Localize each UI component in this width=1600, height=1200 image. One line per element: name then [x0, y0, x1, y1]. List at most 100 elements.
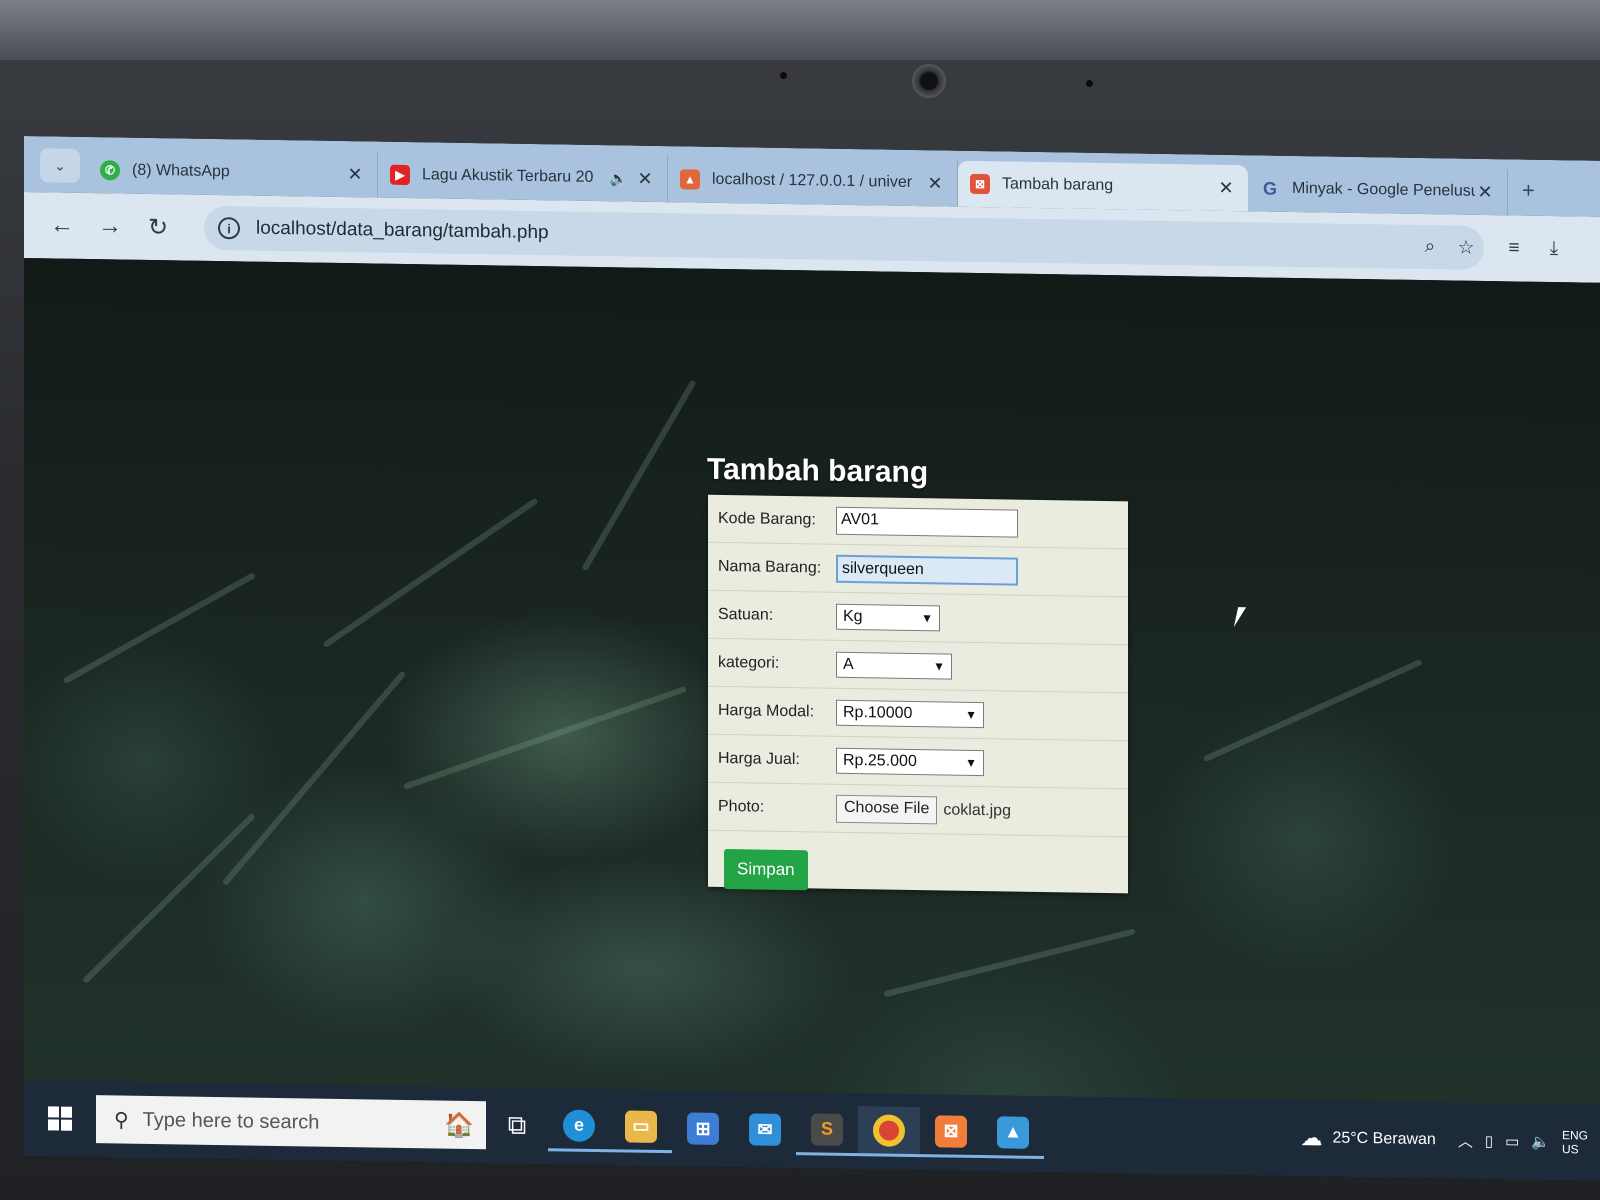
close-icon[interactable]: ✕ — [1475, 181, 1495, 202]
form-row-satuan: Satuan: Kg ▼ — [708, 590, 1128, 646]
foliage-decoration — [1202, 658, 1423, 763]
chevron-up-icon[interactable]: ︿ — [1458, 1130, 1473, 1151]
form-actions: Simpan — [708, 831, 1128, 914]
tab-tambah-barang[interactable]: ⊠ Tambah barang ✕ — [958, 160, 1248, 212]
back-arrow-icon[interactable]: ← — [42, 211, 82, 240]
webcam — [912, 64, 946, 98]
tab-title: localhost / 127.0.0.1 / univer — [712, 170, 913, 191]
xampp-icon[interactable]: ⊠ — [920, 1107, 982, 1159]
kode-barang-label: Kode Barang: — [718, 509, 816, 528]
screen: ⌄ ✆ (8) WhatsApp ✕ ▶ Lagu Akustik Terbar… — [24, 136, 1600, 1181]
site-info-icon[interactable]: i — [218, 217, 240, 240]
language-indicator[interactable]: ENG US — [1562, 1128, 1588, 1156]
whatsapp-icon: ✆ — [100, 160, 120, 181]
address-bar[interactable]: i localhost/data_barang/tambah.php ⌕ ☆ — [204, 205, 1484, 270]
photo-label: Photo: — [718, 797, 765, 816]
harga-modal-label: Harga Modal: — [718, 701, 815, 720]
new-tab-button[interactable]: + — [1508, 177, 1549, 216]
windows-logo-icon — [48, 1106, 72, 1131]
harga-modal-selected-value: Rp.10000 — [843, 703, 913, 722]
weather-temp-text: 25°C — [1332, 1129, 1369, 1148]
foliage-decoration — [62, 571, 257, 685]
harga-jual-select[interactable]: Rp.25.000 ▼ — [836, 747, 984, 776]
task-view-icon[interactable]: ⧉ — [486, 1100, 548, 1151]
sublime-text-icon[interactable]: S — [796, 1105, 858, 1157]
nama-barang-label: Nama Barang: — [718, 557, 822, 577]
tab-title: Lagu Akustik Terbaru 20 — [422, 166, 594, 186]
tab-whatsapp[interactable]: ✆ (8) WhatsApp ✕ — [88, 147, 378, 198]
search-placeholder: Type here to search — [142, 1108, 320, 1134]
sensor-dot — [1086, 80, 1093, 87]
taskbar-search-box[interactable]: ⚲ Type here to search 🏠 — [96, 1095, 486, 1150]
tab-search-button[interactable]: ⌄ — [40, 148, 80, 183]
foliage-decoration — [322, 497, 539, 649]
device-icon[interactable]: ▯ — [1485, 1132, 1493, 1150]
url-text[interactable]: localhost/data_barang/tambah.php — [256, 218, 1412, 258]
chevron-down-icon: ▼ — [965, 755, 977, 770]
phpmyadmin-icon: ▲ — [680, 169, 700, 190]
mouse-cursor — [1233, 607, 1247, 628]
microsoft-store-icon[interactable]: ⊞ — [672, 1103, 734, 1154]
tab-google[interactable]: G Minyak - Google Penelusuran ✕ — [1248, 165, 1508, 216]
nama-barang-input[interactable]: silverqueen — [836, 554, 1018, 586]
harga-modal-select[interactable]: Rp.10000 ▼ — [836, 699, 984, 728]
selected-file-name: coklat.jpg — [943, 800, 1011, 820]
network-icon[interactable]: ▭ — [1505, 1132, 1519, 1150]
forward-arrow-icon[interactable]: → — [90, 212, 130, 241]
tab-title: Minyak - Google Penelusuran — [1292, 179, 1475, 201]
harga-jual-label: Harga Jual: — [718, 749, 800, 768]
zoom-icon[interactable]: ⌕ — [1412, 236, 1448, 259]
page-title: Tambah barang — [707, 452, 929, 490]
simpan-button[interactable]: Simpan — [724, 848, 808, 891]
page-content: Tambah barang Kode Barang: AV01 Nama Bar… — [24, 258, 1600, 1181]
tab-phpmyadmin[interactable]: ▲ localhost / 127.0.0.1 / univer ✕ — [668, 156, 958, 207]
form-row-kode: Kode Barang: AV01 — [708, 494, 1128, 550]
kategori-selected-value: A — [843, 655, 854, 673]
keyboard-layout: US — [1561, 1142, 1579, 1157]
chrome-icon[interactable] — [858, 1106, 920, 1158]
photos-icon[interactable]: ▲ — [982, 1108, 1044, 1160]
edge-icon[interactable]: e — [548, 1101, 610, 1153]
satuan-selected-value: Kg — [843, 607, 863, 625]
language-code: ENG — [1561, 1128, 1588, 1143]
search-icon: ⚲ — [114, 1108, 129, 1132]
tab-youtube[interactable]: ▶ Lagu Akustik Terbaru 20 🔊 ✕ — [378, 151, 668, 203]
xampp-icon: ⊠ — [970, 173, 990, 195]
search-highlight-icon: 🏠 — [444, 1111, 474, 1139]
satuan-select[interactable]: Kg ▼ — [836, 603, 940, 631]
form-row-photo: Photo: Choose File coklat.jpg — [708, 782, 1128, 838]
close-icon[interactable]: ✕ — [345, 164, 365, 185]
kode-barang-input[interactable]: AV01 — [836, 506, 1018, 538]
chevron-down-icon: ▼ — [933, 658, 945, 673]
satuan-label: Satuan: — [718, 605, 774, 624]
chevron-down-icon: ▼ — [921, 610, 933, 625]
kategori-label: kategori: — [718, 653, 780, 672]
weather-desc-text: Berawan — [1372, 1130, 1436, 1149]
form-row-harga-jual: Harga Jual: Rp.25.000 ▼ — [708, 734, 1128, 790]
weather-temperature[interactable]: 25°C Berawan — [1332, 1130, 1435, 1150]
form-row-kategori: kategori: A ▼ — [708, 638, 1128, 694]
volume-icon[interactable]: 🔈 — [1531, 1133, 1550, 1151]
speaker-icon[interactable]: 🔊 — [610, 170, 627, 187]
choose-file-button[interactable]: Choose File — [836, 794, 938, 824]
mail-icon[interactable]: ✉ — [734, 1104, 796, 1155]
foliage-decoration — [883, 928, 1136, 998]
harga-jual-selected-value: Rp.25.000 — [843, 751, 917, 770]
form-row-harga-modal: Harga Modal: Rp.10000 ▼ — [708, 686, 1128, 742]
reading-list-icon[interactable]: ≡ — [1494, 237, 1534, 260]
weather-cloud-icon[interactable]: ☁ — [1300, 1125, 1322, 1151]
close-icon[interactable]: ✕ — [635, 168, 655, 189]
bookmark-star-icon[interactable]: ☆ — [1448, 236, 1484, 260]
foliage-decoration — [402, 685, 687, 790]
form-row-nama: Nama Barang: silverqueen — [708, 542, 1128, 598]
close-icon[interactable]: ✕ — [1216, 177, 1236, 198]
start-button[interactable] — [24, 1106, 96, 1131]
tambah-barang-form: Kode Barang: AV01 Nama Barang: silverque… — [708, 494, 1128, 894]
reload-icon[interactable]: ↻ — [138, 212, 178, 242]
file-explorer-icon[interactable]: ▭ — [610, 1102, 672, 1154]
kategori-select[interactable]: A ▼ — [836, 651, 952, 680]
close-icon[interactable]: ✕ — [925, 173, 945, 194]
laptop-lid-top — [0, 0, 1600, 60]
tab-title: Tambah barang — [1002, 175, 1114, 195]
download-icon[interactable]: ⤓ — [1534, 238, 1574, 261]
